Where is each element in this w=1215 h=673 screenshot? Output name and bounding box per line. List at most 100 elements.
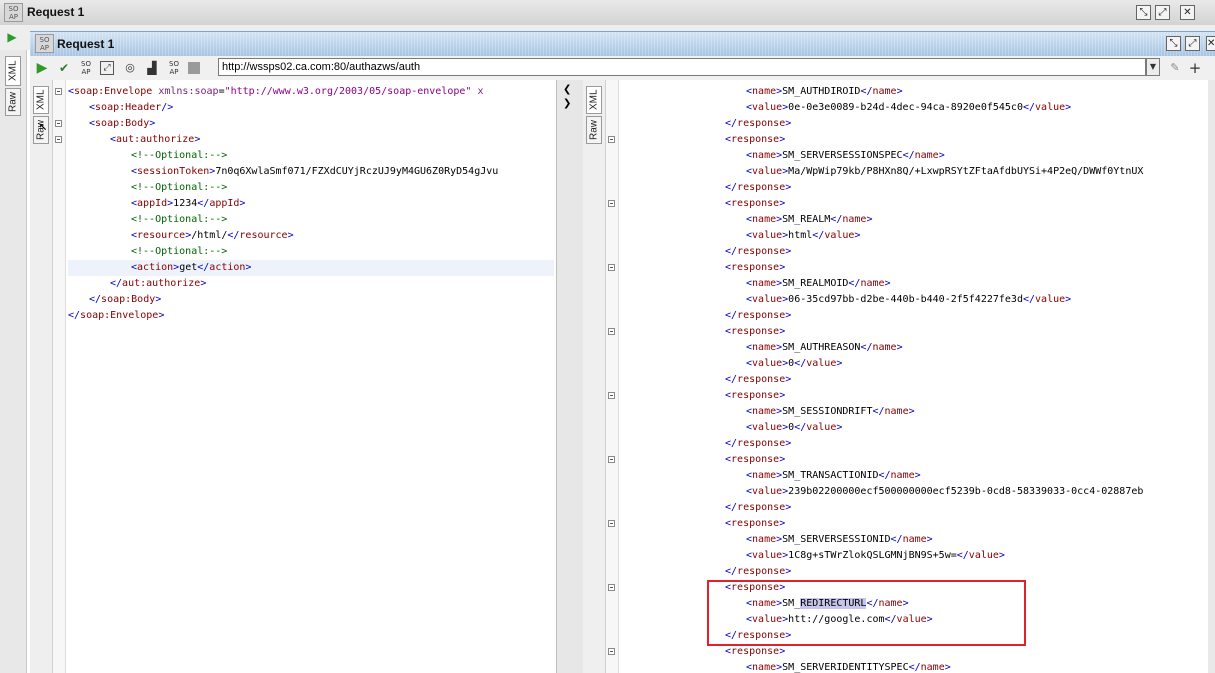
chevron-left-icon[interactable]: ❮ bbox=[563, 84, 571, 95]
code-line: </response> bbox=[725, 180, 791, 196]
tab-response-raw[interactable]: Raw bbox=[586, 116, 602, 144]
fold-toggle[interactable] bbox=[608, 456, 615, 463]
resize-icon[interactable]: ⤢ bbox=[100, 61, 114, 75]
code-token: x bbox=[477, 86, 484, 97]
tab-raw[interactable]: Raw bbox=[5, 88, 21, 116]
restore-icon[interactable]: ⤡ bbox=[1166, 36, 1181, 51]
run-icon[interactable]: ▶ bbox=[4, 29, 20, 45]
soap-icon: SO AP bbox=[35, 34, 54, 53]
fold-toggle[interactable] bbox=[608, 200, 615, 207]
code-token: value bbox=[752, 230, 783, 241]
code-token: soap:Body bbox=[101, 294, 156, 305]
code-line: <name>SM_SESSIONDRIFT</name> bbox=[746, 404, 915, 420]
maximize-icon[interactable]: ⤢ bbox=[1155, 5, 1170, 20]
run-icon[interactable]: ▶ bbox=[34, 60, 50, 76]
code-token: > bbox=[287, 230, 294, 241]
outer-window-title: Request 1 bbox=[27, 5, 85, 19]
add-endpoint-icon[interactable]: + bbox=[1187, 60, 1203, 76]
fold-toggle[interactable] bbox=[608, 648, 615, 655]
soap-icon[interactable]: SO AP bbox=[78, 60, 94, 76]
user-icon[interactable]: ▟ bbox=[144, 60, 160, 76]
fold-toggle[interactable] bbox=[55, 136, 62, 143]
code-line: <value>239b02200000ecf500000000ecf5239b-… bbox=[746, 484, 1143, 500]
tab-xml[interactable]: XML bbox=[5, 56, 21, 86]
code-token: > bbox=[1065, 102, 1072, 113]
code-line: <value>0</value> bbox=[746, 356, 842, 372]
code-token: response bbox=[731, 198, 780, 209]
code-token: </ bbox=[725, 438, 738, 449]
fold-toggle[interactable] bbox=[608, 584, 615, 591]
code-token: 7n0q6XwlaSmf071/FZXdCUYjRczUJ9yM4GU6Z0Ry… bbox=[215, 166, 499, 177]
code-line: <response> bbox=[725, 388, 785, 404]
request-window-titlebar[interactable]: SO AP Request 1 ⤡ ⤢ ✕ bbox=[30, 31, 1215, 57]
code-token: SM_REALM bbox=[782, 214, 831, 225]
code-token: > bbox=[779, 134, 786, 145]
code-line: <value>1C8g+sTWrZlokQSLGMNjBN9S+5w=</val… bbox=[746, 548, 1005, 564]
pane-splitter[interactable]: ❮ ❯ bbox=[556, 80, 584, 673]
code-line: <response> bbox=[725, 196, 785, 212]
fold-toggle[interactable] bbox=[608, 520, 615, 527]
chevron-right-icon[interactable]: ❯ bbox=[563, 98, 571, 109]
edit-endpoint-icon[interactable]: ✎ bbox=[1167, 60, 1183, 76]
code-token: <!--Optional:--> bbox=[131, 214, 228, 225]
code-line: </response> bbox=[725, 500, 791, 516]
code-line: </response> bbox=[725, 564, 791, 580]
code-token: get bbox=[179, 262, 198, 273]
code-token: value bbox=[752, 294, 783, 305]
code-line: </response> bbox=[725, 308, 791, 324]
response-scrollbar[interactable] bbox=[1208, 80, 1215, 673]
code-token: resource bbox=[239, 230, 288, 241]
fold-toggle[interactable] bbox=[608, 136, 615, 143]
code-line: <name>SM_TRANSACTIONID</name> bbox=[746, 468, 921, 484]
fold-toggle[interactable] bbox=[608, 264, 615, 271]
code-token: SM_AUTHREASON bbox=[782, 342, 861, 353]
tab-response-xml[interactable]: XML bbox=[586, 86, 602, 114]
code-line: <response> bbox=[725, 452, 785, 468]
code-line: </aut:authorize> bbox=[110, 276, 206, 292]
code-token: </ bbox=[725, 182, 738, 193]
maximize-icon[interactable]: ⤢ bbox=[1185, 36, 1200, 51]
endpoint-url-input[interactable] bbox=[218, 58, 1146, 76]
fold-toggle[interactable] bbox=[608, 392, 615, 399]
code-line: <aut:authorize> bbox=[110, 132, 200, 148]
code-token: </ bbox=[725, 310, 738, 321]
code-token: </ bbox=[794, 358, 807, 369]
close-icon[interactable]: ✕ bbox=[1206, 36, 1215, 51]
soap-small-icon[interactable]: SO AP bbox=[166, 60, 182, 76]
code-line: <response> bbox=[725, 132, 785, 148]
code-token: > bbox=[785, 246, 792, 257]
ws-a-icon[interactable]: ◎ bbox=[122, 60, 138, 76]
code-token: </ bbox=[725, 374, 738, 385]
code-token: response bbox=[731, 518, 780, 529]
chevron-down-icon[interactable]: ▼ bbox=[1146, 58, 1160, 76]
tab-request-xml[interactable]: XML bbox=[33, 86, 49, 114]
code-token: > bbox=[866, 214, 873, 225]
fold-toggle[interactable] bbox=[608, 328, 615, 335]
code-line: <value>Ma/WpWip79kb/P8HXn8Q/+LxwpRSYtZFt… bbox=[746, 164, 1143, 180]
code-token: response bbox=[731, 262, 780, 273]
stop-icon[interactable] bbox=[188, 62, 200, 74]
fold-toggle[interactable] bbox=[55, 120, 62, 127]
code-token: </ bbox=[878, 470, 891, 481]
code-token: > bbox=[785, 502, 792, 513]
code-token: > bbox=[836, 422, 843, 433]
restore-icon[interactable]: ⤡ bbox=[1136, 5, 1151, 20]
code-token: name bbox=[920, 662, 945, 673]
code-token: response bbox=[737, 118, 786, 129]
request-xml-editor[interactable]: <soap:Envelope xmlns:soap="http://www.w3… bbox=[66, 80, 556, 673]
code-token: name bbox=[842, 214, 867, 225]
code-token: 239b02200000ecf500000000ecf5239b-0cd8-58… bbox=[788, 486, 1144, 497]
code-token: value bbox=[1035, 102, 1066, 113]
code-token: > bbox=[896, 342, 903, 353]
fold-toggle[interactable] bbox=[55, 88, 62, 95]
code-token: > bbox=[158, 310, 165, 321]
code-token: </ bbox=[908, 662, 921, 673]
redirect-url-highlight-box bbox=[707, 580, 1026, 646]
code-token: name bbox=[752, 534, 777, 545]
code-token: > bbox=[785, 310, 792, 321]
close-icon[interactable]: ✕ bbox=[1180, 5, 1195, 20]
code-token: SM_SERVERSESSIONID bbox=[782, 534, 891, 545]
validate-icon[interactable]: ✔ bbox=[56, 60, 72, 76]
code-token: response bbox=[737, 310, 786, 321]
outer-window-titlebar[interactable]: SO AP Request 1 ⤡ ⤢ ✕ bbox=[0, 0, 1215, 26]
